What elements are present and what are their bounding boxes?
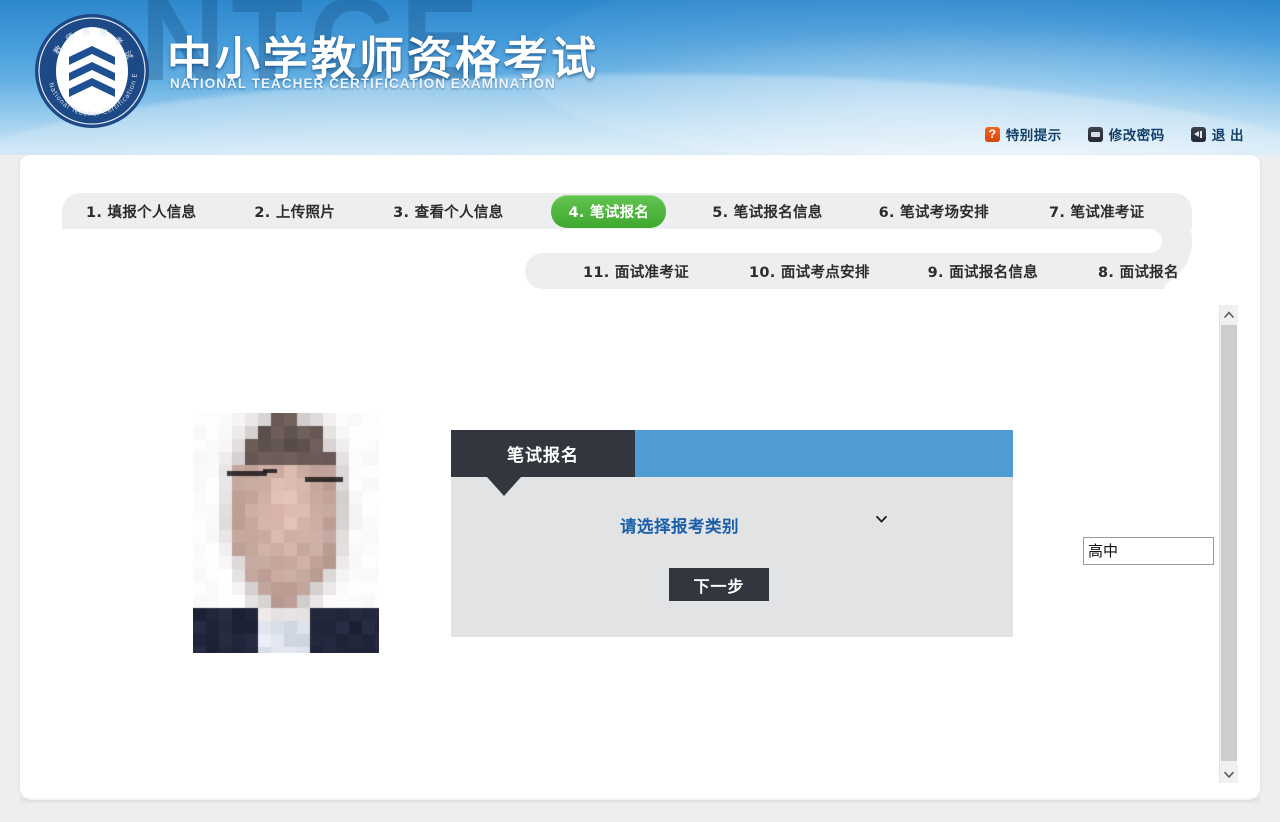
step-item-1[interactable]: 11. 面试准考证: [575, 261, 697, 282]
stepnav-bend-hole: [1120, 229, 1162, 253]
card-header-bar: [635, 430, 1013, 477]
chevron-up-icon: [1224, 310, 1234, 318]
panel-bottom-shadow: [20, 798, 1260, 804]
next-step-button[interactable]: 下一步: [669, 568, 769, 601]
step-item-3[interactable]: 3. 查看个人信息: [385, 201, 511, 222]
header-link-label: 修改密码: [1108, 128, 1165, 143]
stepnav-gap: [62, 229, 1120, 253]
scrollbar-up-button[interactable]: [1220, 305, 1238, 323]
step-item-2[interactable]: 10. 面试考点安排: [741, 261, 878, 282]
applicant-photo-canvas: [193, 413, 379, 653]
stepnav-gap2: [62, 253, 525, 293]
chevron-down-icon: [1224, 771, 1234, 778]
exam-category-select-wrap[interactable]: 高中: [767, 507, 1214, 565]
key-icon: [1087, 126, 1103, 142]
card-tab-title: 笔试报名: [451, 430, 635, 477]
header-link-change-password[interactable]: 修改密码: [1087, 124, 1165, 144]
page-root: NTCE 教 师 资 格 考 试 National Teacher Certif…: [0, 0, 1280, 822]
step-navigation: 1. 填报个人信息 2. 上传照片 3. 查看个人信息 4. 笔试报名 5. 笔试报名信…: [62, 193, 1192, 293]
applicant-photo: [193, 413, 379, 653]
exam-category-label: 请选择报考类别: [620, 517, 739, 536]
card-body: 请选择报考类别 高中 下一步: [451, 477, 1214, 637]
step-item-5[interactable]: 5. 笔试报名信息: [704, 201, 830, 222]
step-row-2: 11. 面试准考证 10. 面试考点安排 9. 面试报名信息 8. 面试报名: [525, 253, 1178, 289]
vertical-scrollbar[interactable]: [1219, 305, 1238, 783]
chevron-down-icon: [876, 516, 887, 523]
header-link-label: 退 出: [1211, 128, 1244, 143]
step-item-7[interactable]: 7. 笔试准考证: [1041, 201, 1153, 222]
header-link-label: 特别提示: [1005, 128, 1062, 143]
exam-category-select[interactable]: 高中: [1083, 537, 1214, 565]
step-item-4[interactable]: 4. 笔试报名: [551, 194, 667, 228]
question-mark-icon: [984, 126, 1000, 142]
header-link-special-notice[interactable]: 特别提示: [984, 124, 1062, 144]
step-item-4[interactable]: 8. 面试报名: [1090, 261, 1187, 282]
site-title-en: NATIONAL TEACHER CERTIFICATION EXAMINATI…: [170, 76, 556, 91]
step-row-1: 1. 填报个人信息 2. 上传照片 3. 查看个人信息 4. 笔试报名 5. 笔试报名信…: [62, 193, 1192, 229]
scrollbar-down-button[interactable]: [1220, 765, 1238, 783]
step-item-2[interactable]: 2. 上传照片: [246, 201, 343, 222]
step-item-6[interactable]: 6. 笔试考场安排: [871, 201, 997, 222]
site-banner: NTCE 教 师 资 格 考 试 National Teacher Certif…: [0, 0, 1280, 155]
scrollbar-thumb[interactable]: [1221, 325, 1237, 761]
exam-registration-card: 笔试报名 请选择报考类别 高中 下一步: [451, 430, 1214, 637]
header-links: 特别提示 修改密码 退 出: [984, 124, 1244, 144]
step-item-3[interactable]: 9. 面试报名信息: [920, 261, 1046, 282]
site-logo-icon: 教 师 资 格 考 试 National Teacher Certificati…: [33, 12, 151, 130]
header-link-logout[interactable]: 退 出: [1190, 124, 1244, 144]
exit-arrow-icon: [1190, 126, 1206, 142]
step-item-1[interactable]: 1. 填报个人信息: [78, 201, 204, 222]
